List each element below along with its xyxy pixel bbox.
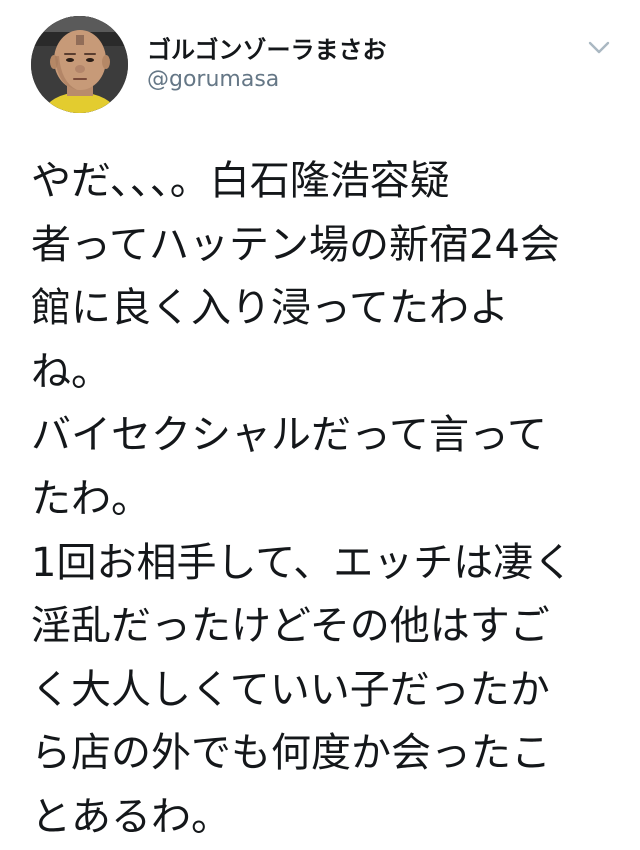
tweet-card: ゴルゴンゾーラまさお @gorumasa やだ、、、。白石隆浩容疑 者ってハッテ… [0, 0, 640, 840]
chevron-down-icon[interactable] [585, 38, 613, 58]
avatar-photo [31, 16, 128, 113]
avatar[interactable] [31, 16, 128, 113]
user-handle[interactable]: @gorumasa [147, 67, 279, 92]
tweet-text: やだ、、、。白石隆浩容疑 者ってハッテン場の新宿24会 館に良く入り浸ってたわよ… [31, 158, 574, 840]
display-name[interactable]: ゴルゴンゾーラまさお [147, 30, 387, 65]
